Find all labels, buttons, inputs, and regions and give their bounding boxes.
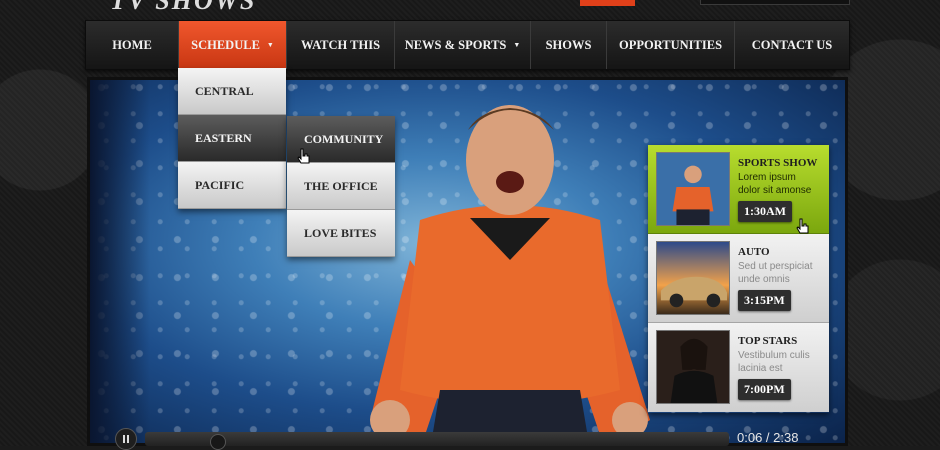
showtime-button[interactable]: 3:15PM <box>738 290 791 311</box>
eastern-submenu: COMMUNITY THE OFFICE LOVE BITES <box>287 116 395 257</box>
schedule-submenu: CENTRAL EASTERN PACIFIC <box>178 68 286 209</box>
main-nav: HOME SCHEDULE ▼ WATCH THIS NEWS & SPORTS ▼… <box>85 20 850 70</box>
show-card-top-stars[interactable]: TOP STARS Vestibulum culis lacinia est 7… <box>648 323 829 412</box>
nav-home-label: HOME <box>112 37 152 52</box>
time-separator: / <box>762 430 774 445</box>
stage-shadow <box>90 80 150 443</box>
top-accent-tab[interactable] <box>580 0 635 6</box>
nav-watch-this[interactable]: WATCH THIS <box>287 21 395 69</box>
submenu-eastern[interactable]: EASTERN <box>178 115 286 162</box>
top-stars-thumbnail <box>656 330 730 404</box>
card-description: Lorem ipsum dolor sit amonse <box>738 172 812 196</box>
duration: 2:38 <box>773 430 799 445</box>
showtime-button[interactable]: 1:30AM <box>738 201 792 222</box>
current-time: 0:06 <box>737 430 763 445</box>
video-controls: 0:06 / 2:38 <box>115 428 848 450</box>
site-logo[interactable]: TV SHOWS <box>110 0 256 16</box>
nav-contact-us[interactable]: CONTACT US <box>735 21 849 69</box>
submenu-central[interactable]: CENTRAL <box>178 68 286 115</box>
card-description: Sed ut perspiciat unde omnis <box>738 261 813 285</box>
auto-thumbnail <box>656 241 730 315</box>
hand-cursor-icon <box>796 218 809 234</box>
nav-shows-label: SHOWS <box>545 37 592 52</box>
nav-shows[interactable]: SHOWS <box>531 21 607 69</box>
card-title: SPORTS SHOW <box>738 157 818 169</box>
caret-down-icon: ▼ <box>266 41 274 49</box>
seek-handle[interactable] <box>210 434 226 450</box>
nav-contact-us-label: CONTACT US <box>751 37 833 52</box>
nav-news-sports-label: NEWS & SPORTS <box>404 37 507 52</box>
nav-schedule[interactable]: SCHEDULE ▼ <box>179 21 287 69</box>
submenu-pacific[interactable]: PACIFIC <box>178 162 286 209</box>
nav-schedule-label: SCHEDULE <box>191 37 260 52</box>
sports-show-thumbnail <box>656 152 730 226</box>
timecode: 0:06 / 2:38 <box>737 430 798 445</box>
nav-home[interactable]: HOME <box>86 21 179 69</box>
submenu-the-office[interactable]: THE OFFICE <box>287 163 395 210</box>
nav-opportunities-label: OPPORTUNITIES <box>618 37 723 52</box>
nav-watch-this-label: WATCH THIS <box>300 37 381 52</box>
pause-button[interactable] <box>115 428 137 450</box>
hand-cursor-icon <box>297 148 310 164</box>
caret-down-icon: ▼ <box>513 41 521 49</box>
nav-news-sports[interactable]: NEWS & SPORTS ▼ <box>395 21 531 69</box>
seek-bar[interactable] <box>145 432 729 450</box>
card-description: Vestibulum culis lacinia est <box>738 350 810 374</box>
show-card-auto[interactable]: AUTO Sed ut perspiciat unde omnis 3:15PM <box>648 234 829 323</box>
top-search-box[interactable] <box>700 0 850 5</box>
schedule-sidebar: SPORTS SHOW Lorem ipsum dolor sit amonse… <box>648 145 829 413</box>
card-body: TOP STARS Vestibulum culis lacinia est 7… <box>738 330 820 412</box>
card-title: AUTO <box>738 246 770 258</box>
athlete-image <box>370 105 650 443</box>
nav-opportunities[interactable]: OPPORTUNITIES <box>607 21 735 69</box>
card-body: AUTO Sed ut perspiciat unde omnis 3:15PM <box>738 241 820 322</box>
showtime-button[interactable]: 7:00PM <box>738 379 791 400</box>
submenu-love-bites[interactable]: LOVE BITES <box>287 210 395 257</box>
card-title: TOP STARS <box>738 335 798 347</box>
